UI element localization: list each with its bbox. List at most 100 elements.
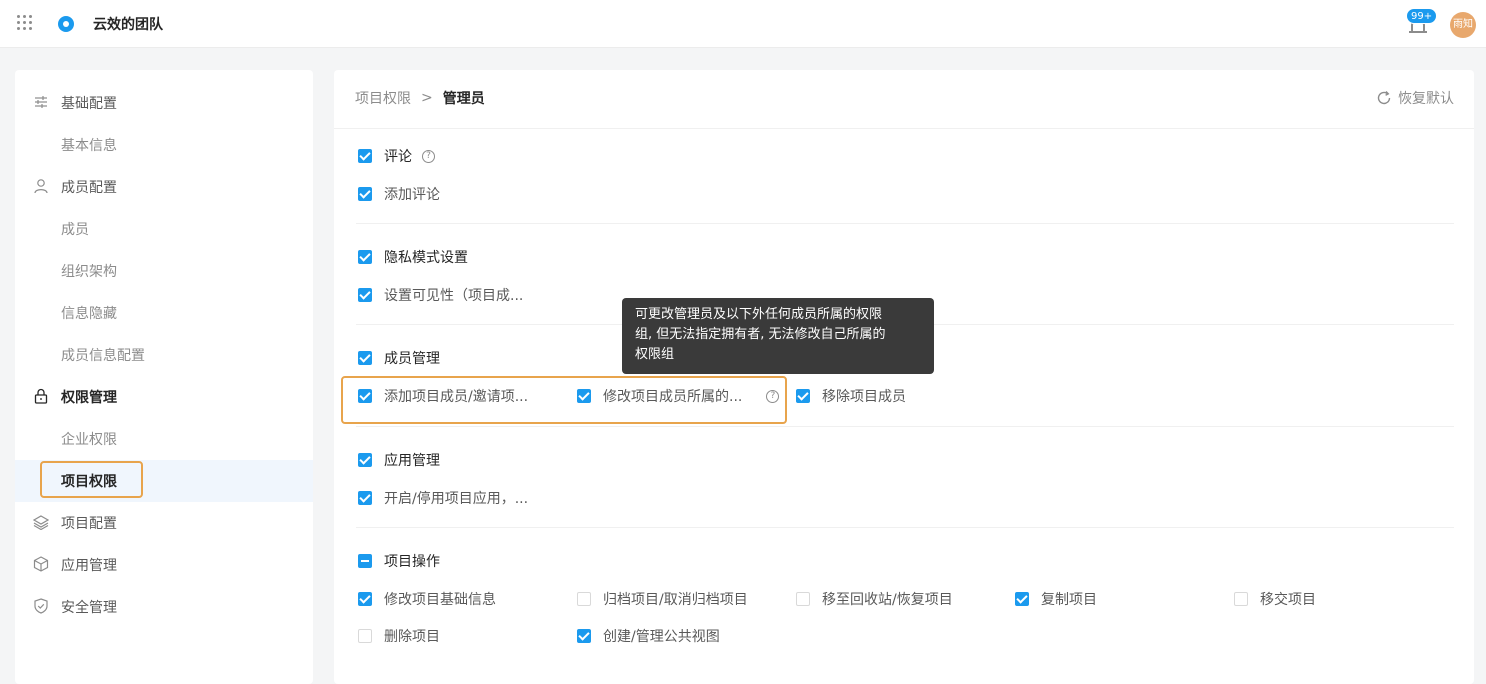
sidebar-item-label: 基本信息 bbox=[61, 138, 117, 154]
sidebar-item-label: 信息隐藏 bbox=[61, 306, 117, 322]
permission-checkbox[interactable] bbox=[358, 187, 372, 201]
permission-checkbox[interactable] bbox=[358, 389, 372, 403]
permission-checkbox[interactable] bbox=[1015, 592, 1029, 606]
permission-label: 移交项目 bbox=[1260, 592, 1316, 608]
permission-label: 修改项目成员所属的... bbox=[603, 389, 743, 405]
permission-label: 复制项目 bbox=[1041, 592, 1097, 608]
permission-label: 添加评论 bbox=[384, 187, 440, 203]
section-app-management: 应用管理 bbox=[358, 450, 440, 470]
layers-icon bbox=[33, 515, 49, 530]
help-icon[interactable]: ? bbox=[766, 389, 780, 403]
refresh-icon bbox=[1377, 91, 1391, 105]
section-privacy-mode: 隐私模式设置 bbox=[358, 247, 468, 267]
section-checkbox[interactable] bbox=[358, 250, 372, 264]
help-tooltip: 可更改管理员及以下外任何成员所属的权限 组, 但无法指定拥有者, 无法修改自己所… bbox=[622, 298, 934, 374]
sidebar-group-security[interactable]: 安全管理 bbox=[15, 586, 313, 628]
permission-label: 归档项目/取消归档项目 bbox=[603, 592, 748, 608]
section-title: 项目操作 bbox=[384, 554, 440, 570]
permission-label: 修改项目基础信息 bbox=[384, 592, 496, 608]
section-checkbox[interactable] bbox=[358, 149, 372, 163]
notification-badge: 99+ bbox=[1406, 8, 1438, 24]
help-icon[interactable]: ? bbox=[422, 149, 435, 163]
sidebar-group-app-management[interactable]: 应用管理 bbox=[15, 544, 313, 586]
avatar[interactable]: 雨知 bbox=[1450, 12, 1476, 38]
permission-label: 创建/管理公共视图 bbox=[603, 629, 720, 645]
tooltip-line: 可更改管理员及以下外任何成员所属的权限 bbox=[635, 307, 883, 322]
reset-default-button[interactable]: 恢复默认 bbox=[1376, 88, 1454, 108]
sidebar-group-members[interactable]: 成员配置 bbox=[15, 166, 313, 208]
permission-item: 修改项目成员所属的... ? bbox=[577, 386, 780, 406]
sidebar-group-project-config[interactable]: 项目配置 bbox=[15, 502, 313, 544]
permission-checkbox[interactable] bbox=[796, 592, 810, 606]
tooltip-line: 组, 但无法指定拥有者, 无法修改自己所属的 bbox=[635, 327, 886, 342]
divider bbox=[356, 223, 1454, 224]
permission-checkbox[interactable] bbox=[1234, 592, 1248, 606]
sidebar-item-info-hidden[interactable]: 信息隐藏 bbox=[15, 292, 313, 334]
cube-icon bbox=[33, 556, 49, 572]
permission-label: 开启/停用项目应用，... bbox=[384, 491, 529, 507]
top-bar: 云效的团队 99+ 雨知 bbox=[0, 0, 1486, 48]
permission-label: 移除项目成员 bbox=[822, 389, 906, 405]
permission-item: 复制项目 bbox=[1015, 589, 1097, 609]
section-checkbox[interactable] bbox=[358, 554, 372, 568]
sidebar-group-label: 权限管理 bbox=[61, 390, 117, 406]
main-panel: 项目权限 > 管理员 恢复默认 评论 ? 添加评论 隐私模式设置 设置可见性（项… bbox=[334, 70, 1474, 684]
permission-item: 创建/管理公共视图 bbox=[577, 626, 720, 646]
sidebar-group-label: 基础配置 bbox=[61, 96, 117, 112]
section-checkbox[interactable] bbox=[358, 453, 372, 467]
breadcrumb-parent[interactable]: 项目权限 bbox=[355, 88, 411, 108]
permission-label: 移至回收站/恢复项目 bbox=[822, 592, 953, 608]
breadcrumb-separator: > bbox=[421, 90, 433, 106]
permission-label: 添加项目成员/邀请项... bbox=[384, 389, 529, 405]
section-title: 评论 bbox=[384, 149, 412, 165]
apps-grid-icon[interactable] bbox=[17, 15, 33, 31]
section-title: 成员管理 bbox=[384, 351, 440, 367]
sidebar-item-org-structure[interactable]: 组织架构 bbox=[15, 250, 313, 292]
divider bbox=[356, 426, 1454, 427]
permission-checkbox[interactable] bbox=[577, 389, 591, 403]
section-checkbox[interactable] bbox=[358, 351, 372, 365]
sidebar-item-project-permissions[interactable]: 项目权限 bbox=[15, 460, 313, 502]
sidebar-item-member-info-config[interactable]: 成员信息配置 bbox=[15, 334, 313, 376]
permission-checkbox[interactable] bbox=[577, 629, 591, 643]
main-header: 项目权限 > 管理员 恢复默认 bbox=[334, 70, 1474, 129]
permission-item: 添加项目成员/邀请项... bbox=[358, 386, 528, 406]
lock-icon bbox=[34, 388, 48, 404]
sidebar-item-members[interactable]: 成员 bbox=[15, 208, 313, 250]
sidebar-group-label: 项目配置 bbox=[61, 516, 117, 532]
permission-checkbox[interactable] bbox=[358, 629, 372, 643]
section-title: 应用管理 bbox=[384, 453, 440, 469]
permission-checkbox[interactable] bbox=[577, 592, 591, 606]
permission-item: 移至回收站/恢复项目 bbox=[796, 589, 953, 609]
permission-item: 添加评论 bbox=[358, 184, 440, 204]
breadcrumb: 项目权限 > 管理员 bbox=[355, 88, 485, 108]
permission-label: 设置可见性（项目成... bbox=[384, 288, 524, 304]
sidebar-group-label: 安全管理 bbox=[61, 600, 117, 616]
permission-item: 设置可见性（项目成... bbox=[358, 285, 523, 305]
team-name[interactable]: 云效的团队 bbox=[93, 14, 163, 34]
permission-checkbox[interactable] bbox=[358, 288, 372, 302]
section-title: 隐私模式设置 bbox=[384, 250, 468, 266]
sidebar-item-label: 成员 bbox=[61, 222, 89, 238]
permission-checkbox[interactable] bbox=[358, 491, 372, 505]
sidebar-item-basic-info[interactable]: 基本信息 bbox=[15, 124, 313, 166]
sidebar-group-permissions[interactable]: 权限管理 bbox=[15, 376, 313, 418]
section-comments: 评论 ? bbox=[358, 146, 435, 166]
breadcrumb-current: 管理员 bbox=[442, 91, 485, 107]
sidebar-group-label: 成员配置 bbox=[61, 180, 117, 196]
tooltip-line: 权限组 bbox=[635, 347, 675, 362]
sliders-icon bbox=[35, 96, 47, 108]
permission-item: 开启/停用项目应用，... bbox=[358, 488, 528, 508]
sidebar-item-label: 项目权限 bbox=[61, 474, 117, 490]
permission-item: 修改项目基础信息 bbox=[358, 589, 496, 609]
sidebar-item-enterprise-permissions[interactable]: 企业权限 bbox=[15, 418, 313, 460]
section-project-operations: 项目操作 bbox=[358, 551, 440, 571]
sidebar-item-label: 成员信息配置 bbox=[61, 348, 145, 364]
sidebar-group-basic[interactable]: 基础配置 bbox=[15, 82, 313, 124]
permission-item: 归档项目/取消归档项目 bbox=[577, 589, 748, 609]
reset-default-label: 恢复默认 bbox=[1398, 91, 1454, 107]
permission-checkbox[interactable] bbox=[796, 389, 810, 403]
permission-checkbox[interactable] bbox=[358, 592, 372, 606]
permission-item: 删除项目 bbox=[358, 626, 440, 646]
permission-label: 删除项目 bbox=[384, 629, 440, 645]
